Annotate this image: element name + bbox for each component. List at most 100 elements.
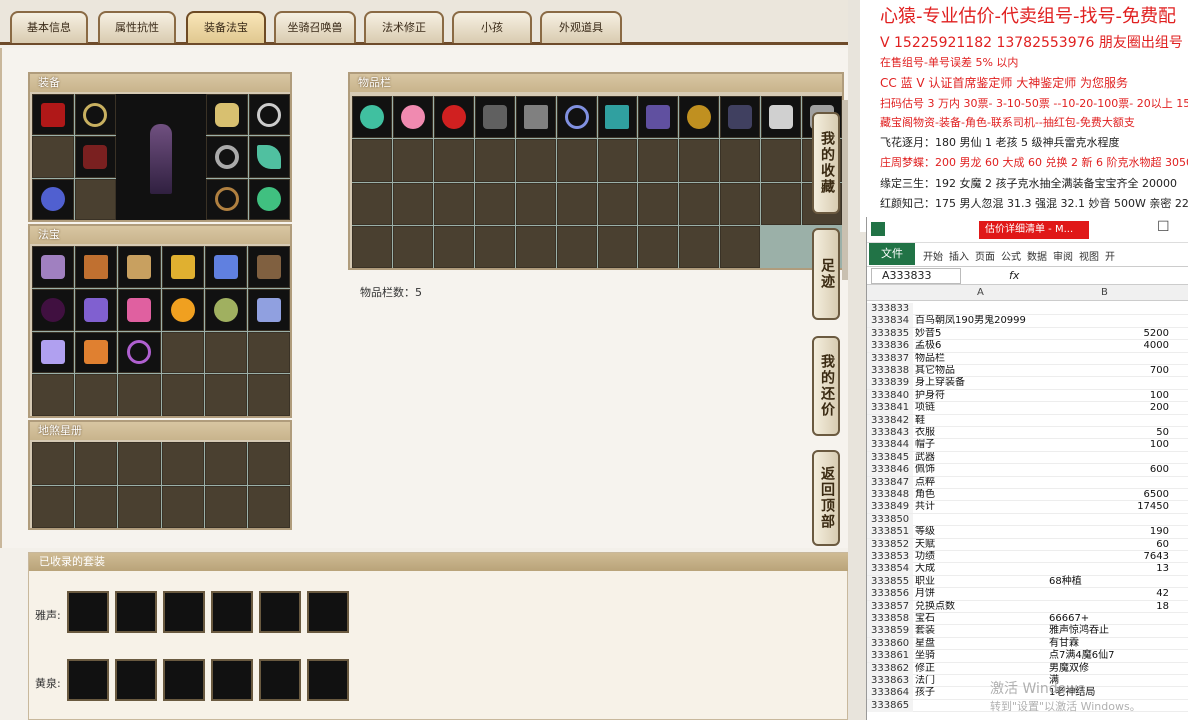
set-item-icon[interactable] — [67, 591, 109, 633]
inventory-slot[interactable] — [597, 139, 638, 182]
inventory-slot[interactable] — [597, 182, 638, 225]
inventory-slot[interactable] — [679, 96, 720, 139]
row-number[interactable]: 333843 — [867, 427, 913, 439]
inventory-slot[interactable] — [392, 182, 433, 225]
restore-icon[interactable]: ☐ — [1157, 219, 1170, 235]
cell-b[interactable]: 100 — [1049, 390, 1173, 402]
sheet-row[interactable]: 333852 天赋 60 — [867, 538, 1188, 551]
sheet-row[interactable]: 333850 — [867, 513, 1188, 527]
sheet-row[interactable]: 333856 月饼 42 — [867, 588, 1188, 601]
sheet-row[interactable]: 333845 武器 — [867, 451, 1188, 465]
set-item-icon[interactable] — [259, 591, 301, 633]
inventory-slot[interactable] — [352, 96, 392, 139]
equip-slot[interactable] — [206, 94, 248, 136]
fabao-slot[interactable] — [118, 374, 161, 416]
inventory-slot[interactable] — [720, 139, 761, 182]
tab-mounts[interactable]: 坐骑召唤兽 — [274, 11, 356, 43]
row-number[interactable]: 333837 — [867, 352, 913, 365]
cell-a[interactable]: 套装 — [915, 625, 1047, 637]
cell-a[interactable]: 项链 — [915, 402, 1047, 414]
row-number[interactable]: 333860 — [867, 637, 913, 650]
cell-b[interactable]: 男魔双修 — [1049, 663, 1187, 675]
cell-a[interactable]: 月饼 — [915, 588, 1047, 600]
fabao-slot[interactable] — [247, 374, 290, 416]
name-box[interactable]: A333833 — [871, 268, 961, 284]
cell-a[interactable]: 其它物品 — [915, 365, 1047, 377]
sheet-row[interactable]: 333842 鞋 — [867, 414, 1188, 427]
cell-a[interactable]: 星盘 — [915, 638, 1047, 650]
row-number[interactable]: 333834 — [867, 315, 913, 328]
row-number[interactable]: 333854 — [867, 563, 913, 576]
cell-b[interactable]: 700 — [1049, 365, 1173, 377]
fabao-slot[interactable] — [75, 246, 118, 288]
row-number[interactable]: 333839 — [867, 377, 913, 390]
equip-slot[interactable] — [248, 178, 290, 220]
sheet-row[interactable]: 333846 佩饰 600 — [867, 464, 1188, 477]
star-book-slot[interactable] — [161, 485, 204, 528]
scrollbar[interactable] — [842, 100, 848, 280]
fabao-slot[interactable] — [247, 331, 290, 374]
fabao-slot[interactable] — [204, 288, 247, 331]
cell-b[interactable]: 17450 — [1049, 501, 1173, 513]
sheet-row[interactable]: 333839 身上穿装备 — [867, 377, 1188, 390]
tab-appearance[interactable]: 外观道具 — [540, 11, 622, 43]
row-number[interactable]: 333855 — [867, 575, 913, 588]
cell-b[interactable]: 雅声惊鸿吞止 — [1049, 625, 1187, 637]
row-number[interactable]: 333844 — [867, 439, 913, 452]
row-number[interactable]: 333859 — [867, 625, 913, 638]
cell-a[interactable]: 鞋 — [915, 415, 1047, 427]
inventory-slot[interactable] — [474, 182, 515, 225]
equip-slot[interactable] — [32, 94, 74, 136]
fabao-slot[interactable] — [32, 288, 75, 331]
cell-a[interactable]: 帽子 — [915, 439, 1047, 451]
inventory-slot[interactable] — [597, 225, 638, 268]
tab-spells[interactable]: 法术修正 — [364, 11, 444, 43]
cell-b[interactable]: 68种植 — [1049, 576, 1187, 588]
cell-a[interactable]: 身上穿装备 — [915, 377, 1047, 389]
equip-slot[interactable] — [74, 94, 116, 136]
row-number[interactable]: 333852 — [867, 538, 913, 551]
menu-view[interactable]: 视图 — [1079, 248, 1099, 263]
cell-a[interactable]: 坐骑 — [915, 650, 1047, 662]
inventory-slot[interactable] — [720, 96, 761, 139]
inventory-slot[interactable] — [679, 139, 720, 182]
sheet-row[interactable]: 333851 等级 190 — [867, 526, 1188, 539]
set-item-icon[interactable] — [211, 659, 253, 701]
row-number[interactable]: 333857 — [867, 600, 913, 613]
cell-b[interactable]: 200 — [1049, 402, 1173, 414]
inventory-slot[interactable] — [638, 182, 679, 225]
inventory-slot[interactable] — [433, 225, 474, 268]
inventory-slot[interactable] — [638, 139, 679, 182]
tab-equipment[interactable]: 装备法宝 — [186, 11, 266, 43]
set-item-icon[interactable] — [259, 659, 301, 701]
menu-insert[interactable]: 插入 — [949, 248, 969, 263]
inventory-slot[interactable] — [515, 182, 556, 225]
inventory-slot[interactable] — [556, 182, 597, 225]
equip-slot[interactable] — [248, 136, 290, 178]
row-number[interactable]: 333833 — [867, 303, 913, 315]
inventory-slot[interactable] — [515, 225, 556, 268]
fabao-slot[interactable] — [32, 246, 75, 288]
row-number[interactable]: 333856 — [867, 588, 913, 601]
cell-a[interactable]: 共计 — [915, 501, 1047, 513]
row-number[interactable]: 333861 — [867, 650, 913, 663]
fabao-slot[interactable] — [161, 331, 204, 374]
row-number[interactable]: 333865 — [867, 699, 913, 712]
inventory-slot[interactable] — [474, 96, 515, 139]
row-number[interactable]: 333838 — [867, 365, 913, 377]
inventory-slot[interactable] — [433, 182, 474, 225]
sheet-row[interactable]: 333837 物品栏 — [867, 352, 1188, 365]
set-item-icon[interactable] — [211, 591, 253, 633]
cell-a[interactable]: 功绩 — [915, 551, 1047, 563]
sheet-row[interactable]: 333833 — [867, 303, 1188, 316]
cell-b[interactable]: 66667+ — [1049, 613, 1187, 625]
row-number[interactable]: 333836 — [867, 340, 913, 353]
star-book-slot[interactable] — [75, 442, 118, 485]
set-item-icon[interactable] — [163, 659, 205, 701]
cell-a[interactable]: 等级 — [915, 526, 1047, 538]
menu-data[interactable]: 数据 — [1027, 248, 1047, 263]
cell-a[interactable]: 宝石 — [915, 613, 1047, 625]
sheet-row[interactable]: 333855 职业 68种植 — [867, 575, 1188, 589]
equip-slot[interactable] — [74, 136, 116, 178]
inventory-slot[interactable] — [433, 96, 474, 139]
